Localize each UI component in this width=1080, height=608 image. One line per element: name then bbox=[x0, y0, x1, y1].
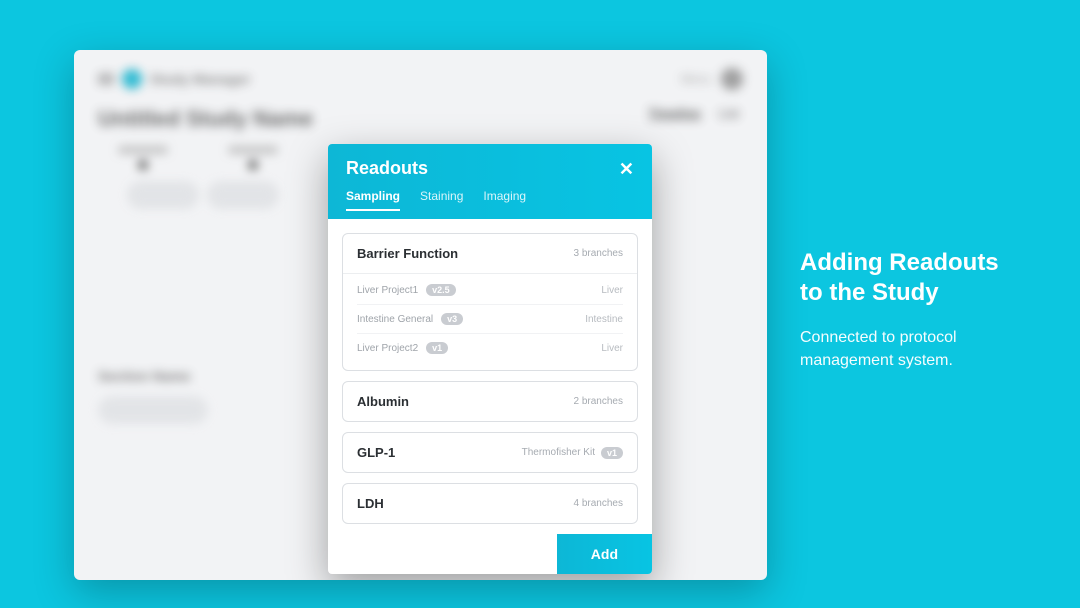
app-logo-icon bbox=[122, 69, 142, 89]
readout-name: LDH bbox=[357, 496, 384, 511]
avatar bbox=[721, 68, 743, 90]
modal-title: Readouts bbox=[346, 158, 428, 179]
version-badge: v2.5 bbox=[426, 284, 456, 296]
readout-name: Barrier Function bbox=[357, 246, 458, 261]
app-window: Study Manager Menu Untitled Study Name T… bbox=[74, 50, 767, 580]
modal-tabs: Sampling Staining Imaging bbox=[346, 189, 634, 219]
branches-list: Liver Project1 v2.5 Liver Intestine Gene… bbox=[343, 273, 637, 370]
version-badge: v1 bbox=[601, 447, 623, 459]
tab-timeline: Timeline bbox=[648, 106, 701, 121]
branch-name: Liver Project1 bbox=[357, 285, 418, 296]
branch-row[interactable]: Liver Project1 v2.5 Liver bbox=[357, 276, 623, 305]
branch-tag: Intestine bbox=[585, 314, 623, 325]
slide-title: Adding Readouts to the Study bbox=[800, 248, 1046, 308]
tab-staining[interactable]: Staining bbox=[420, 189, 463, 211]
readout-card-ldh[interactable]: LDH 4 branches bbox=[342, 483, 638, 524]
pill-placeholder bbox=[98, 396, 208, 424]
menu-icon bbox=[98, 73, 114, 85]
readout-kit: Thermofisher Kit v1 bbox=[522, 447, 623, 459]
readouts-modal: Readouts ✕ Sampling Staining Imaging Bar… bbox=[328, 144, 652, 574]
readout-card-glp1[interactable]: GLP-1 Thermofisher Kit v1 bbox=[342, 432, 638, 473]
tab-imaging[interactable]: Imaging bbox=[483, 189, 526, 211]
readout-card-albumin[interactable]: Albumin 2 branches bbox=[342, 381, 638, 422]
slide-title-line2: to the Study bbox=[800, 279, 939, 306]
branch-name: Liver Project2 bbox=[357, 343, 418, 354]
menu-label: Menu bbox=[681, 72, 711, 86]
section-label: Section Name bbox=[98, 368, 208, 384]
page-title: Untitled Study Name bbox=[98, 106, 743, 132]
readout-card-barrier-function[interactable]: Barrier Function 3 branches Liver Projec… bbox=[342, 233, 638, 371]
close-icon[interactable]: ✕ bbox=[619, 160, 634, 178]
slide-subtitle: Connected to protocol management system. bbox=[800, 326, 1046, 372]
readout-meta: 3 branches bbox=[574, 248, 623, 259]
readout-name: GLP-1 bbox=[357, 445, 395, 460]
add-button[interactable]: Add bbox=[557, 534, 652, 574]
readout-meta: 4 branches bbox=[574, 498, 623, 509]
branch-name: Intestine General bbox=[357, 314, 433, 325]
branch-tag: Liver bbox=[601, 343, 623, 354]
version-badge: v1 bbox=[426, 342, 448, 354]
slide-caption: Adding Readouts to the Study Connected t… bbox=[800, 248, 1046, 372]
modal-header: Readouts ✕ Sampling Staining Imaging bbox=[328, 144, 652, 219]
modal-body: Barrier Function 3 branches Liver Projec… bbox=[328, 219, 652, 534]
branch-row[interactable]: Intestine General v3 Intestine bbox=[357, 305, 623, 334]
kit-label: Thermofisher Kit bbox=[522, 447, 595, 458]
version-badge: v3 bbox=[441, 313, 463, 325]
branch-tag: Liver bbox=[601, 285, 623, 296]
chip-placeholder bbox=[208, 182, 278, 208]
modal-footer: Add bbox=[328, 534, 652, 574]
branch-row[interactable]: Liver Project2 v1 Liver bbox=[357, 334, 623, 362]
tab-list: List bbox=[719, 106, 739, 121]
chip-placeholder bbox=[128, 182, 198, 208]
app-title: Study Manager bbox=[150, 71, 250, 87]
readout-meta: 2 branches bbox=[574, 396, 623, 407]
readout-name: Albumin bbox=[357, 394, 409, 409]
tab-sampling[interactable]: Sampling bbox=[346, 189, 400, 211]
slide-title-line1: Adding Readouts bbox=[800, 249, 999, 276]
